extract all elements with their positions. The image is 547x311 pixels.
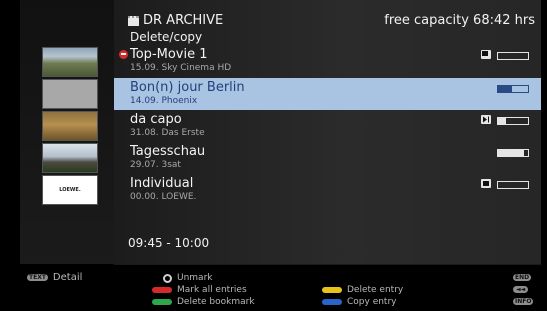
header: DR ARCHIVE Delete/copy free capacity 68:… xyxy=(128,0,541,44)
yellow-key-icon xyxy=(322,287,342,293)
recording-row[interactable]: Top-Movie 1 15.09. Sky Cinema HD xyxy=(114,45,541,77)
loewe-logo: LOEWE. xyxy=(59,187,81,193)
green-key-icon xyxy=(152,299,172,305)
recording-type-icon xyxy=(481,50,491,59)
recording-meta: 29.07. 3sat xyxy=(130,160,181,170)
rewind-key[interactable]: ◄◄ xyxy=(513,286,529,293)
lock-icon xyxy=(119,50,128,59)
red-key-icon xyxy=(152,287,172,293)
thumbnail-da-capo xyxy=(42,111,98,141)
mark-all-key[interactable]: Mark all entries xyxy=(152,285,247,295)
recording-row[interactable]: Tagesschau 29.07. 3sat xyxy=(114,142,541,174)
recording-meta: 00.00. LOEWE. xyxy=(130,192,197,202)
thumbnail-bonjour-berlin xyxy=(42,79,98,109)
key-help-bar: TEXT Detail Unmark Mark all entries Dele… xyxy=(0,264,547,311)
time-range: 09:45 - 10:00 xyxy=(128,236,210,250)
unmark-label: Unmark xyxy=(177,273,213,283)
unmark-key[interactable]: Unmark xyxy=(163,273,213,283)
recording-title: Bon(n) jour Berlin xyxy=(130,80,245,95)
recording-title: Tagesschau xyxy=(130,144,206,159)
end-key-icon: END xyxy=(513,274,532,281)
recording-meta: 14.09. Phoenix xyxy=(130,96,198,106)
thumbnail-top-movie xyxy=(42,47,98,77)
delete-entry-label: Delete entry xyxy=(347,285,404,295)
detail-label: Detail xyxy=(52,272,83,283)
recording-row[interactable]: da capo 31.08. Das Erste xyxy=(114,110,541,142)
free-capacity: free capacity 68:42 hrs xyxy=(384,13,535,28)
recording-meta: 15.09. Sky Cinema HD xyxy=(130,63,232,73)
rewind-key-icon: ◄◄ xyxy=(513,286,529,293)
delete-bookmark-label: Delete bookmark xyxy=(177,297,255,307)
copy-entry-key[interactable]: Copy entry xyxy=(322,297,397,307)
recording-title: Individual xyxy=(130,176,194,191)
thumbnail-individual: LOEWE. xyxy=(42,175,98,205)
end-key[interactable]: END xyxy=(513,274,532,281)
text-key-icon: TEXT xyxy=(27,274,48,281)
play-icon xyxy=(481,115,491,124)
archive-screen: LOEWE. DR ARCHIVE Delete/copy free capac… xyxy=(0,0,547,311)
archive-icon xyxy=(128,15,139,26)
progress-bar xyxy=(497,181,529,189)
archive-label: DR ARCHIVE xyxy=(143,13,224,28)
delete-entry-key[interactable]: Delete entry xyxy=(322,285,403,295)
detail-key[interactable]: TEXT Detail xyxy=(27,272,82,283)
recording-meta: 31.08. Das Erste xyxy=(130,128,205,138)
progress-bar xyxy=(497,52,529,60)
page-subtitle: Delete/copy xyxy=(130,30,203,44)
delete-bookmark-key[interactable]: Delete bookmark xyxy=(152,297,255,307)
blue-key-icon xyxy=(322,299,342,305)
recording-row-selected[interactable]: Bon(n) jour Berlin 14.09. Phoenix xyxy=(114,78,541,110)
recording-title: da capo xyxy=(130,112,182,127)
progress-bar xyxy=(497,117,529,125)
archive-title: DR ARCHIVE xyxy=(128,13,223,28)
progress-bar xyxy=(497,85,529,93)
ok-key-icon xyxy=(163,273,172,283)
thumbnail-tagesschau xyxy=(42,143,98,173)
square-icon xyxy=(481,179,491,188)
recording-row[interactable]: Individual 00.00. LOEWE. xyxy=(114,174,541,206)
mark-all-label: Mark all entries xyxy=(177,285,247,295)
progress-bar xyxy=(497,149,529,157)
recording-title: Top-Movie 1 xyxy=(130,47,208,62)
copy-entry-label: Copy entry xyxy=(347,297,397,307)
info-key-icon: INFO xyxy=(513,298,534,305)
info-key[interactable]: INFO xyxy=(513,298,534,305)
